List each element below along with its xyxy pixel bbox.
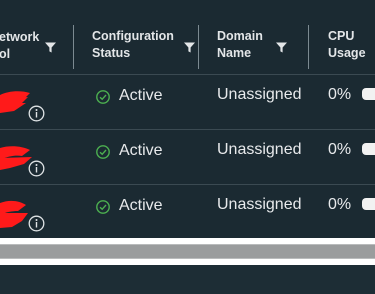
table-row[interactable]: Active Unassigned 0% [0, 185, 375, 240]
column-divider[interactable] [198, 25, 199, 69]
filter-icon[interactable] [184, 42, 195, 53]
check-circle-icon [96, 145, 110, 159]
filter-icon[interactable] [276, 42, 287, 53]
cpu-usage-bar [362, 88, 375, 100]
cpu-usage: 0% [328, 196, 352, 213]
column-header-configuration-status[interactable]: Configuration Status [75, 20, 198, 74]
check-circle-icon [96, 200, 110, 214]
domain-name: Unassigned [217, 86, 302, 103]
table-row[interactable]: Active Unassigned 0% [0, 130, 375, 185]
info-icon[interactable] [28, 215, 45, 232]
column-divider[interactable] [308, 25, 309, 69]
column-header-label: Domain Name [217, 29, 263, 60]
column-header-cpu-usage[interactable]: CPU Usage [310, 20, 375, 74]
column-header-domain-name[interactable]: Domain Name [200, 20, 308, 74]
configuration-status: Active [119, 197, 163, 214]
filter-icon[interactable] [45, 42, 56, 53]
column-header-network-protocol[interactable]: etwork ol [0, 20, 71, 74]
configuration-status: Active [119, 142, 163, 159]
column-divider[interactable] [73, 25, 74, 69]
info-icon[interactable] [28, 160, 45, 177]
vm-table: etwork ol Configuration Status Domain Na… [0, 0, 375, 294]
table-footer [0, 265, 375, 294]
info-icon[interactable] [28, 105, 45, 122]
check-circle-icon [96, 90, 110, 104]
cpu-usage: 0% [328, 141, 352, 158]
domain-name: Unassigned [217, 141, 302, 158]
table-header: etwork ol Configuration Status Domain Na… [0, 20, 375, 74]
cpu-usage: 0% [328, 86, 352, 103]
column-header-label: Configuration Status [92, 29, 174, 60]
table-row[interactable]: Active Unassigned 0% [0, 75, 375, 130]
cpu-usage-bar [362, 143, 375, 155]
cpu-usage-bar [362, 198, 375, 210]
domain-name: Unassigned [217, 196, 302, 213]
column-header-label: CPU Usage [328, 29, 366, 60]
configuration-status: Active [119, 87, 163, 104]
scrollbar-thumb[interactable] [0, 245, 375, 258]
column-header-label: etwork ol [0, 30, 40, 61]
